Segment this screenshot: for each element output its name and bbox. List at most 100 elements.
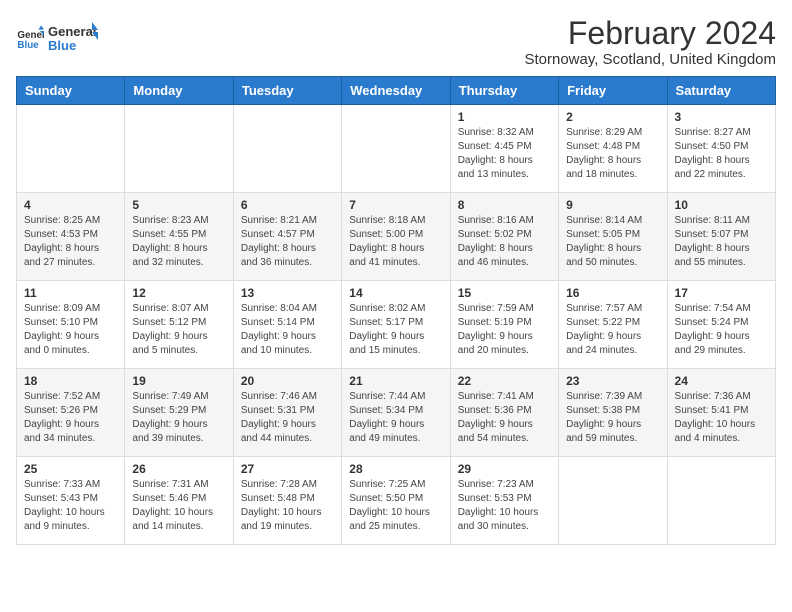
day-info: Sunrise: 7:39 AMSunset: 5:38 PMDaylight:…	[566, 390, 659, 446]
day-number: 15	[458, 286, 551, 300]
day-header-tuesday: Tuesday	[233, 77, 341, 105]
day-number: 17	[675, 286, 768, 300]
calendar-cell: 3Sunrise: 8:27 AMSunset: 4:50 PMDaylight…	[667, 105, 775, 193]
day-info: Sunrise: 7:57 AMSunset: 5:22 PMDaylight:…	[566, 302, 659, 358]
calendar-header: SundayMondayTuesdayWednesdayThursdayFrid…	[17, 77, 776, 105]
svg-text:Blue: Blue	[17, 40, 39, 51]
calendar-cell	[342, 105, 450, 193]
day-number: 1	[458, 110, 551, 124]
calendar-cell: 21 Sunrise: 7:44 AMSunset: 5:34 PMDayligh…	[342, 369, 450, 457]
day-number: 24	[675, 374, 768, 388]
calendar-cell: 10 Sunrise: 8:11 AMSunset: 5:07 PMDayligh…	[667, 193, 775, 281]
day-number: 3	[675, 110, 768, 124]
calendar-cell: 17 Sunrise: 7:54 AMSunset: 5:24 PMDayligh…	[667, 281, 775, 369]
day-info: Sunrise: 8:14 AMSunset: 5:05 PMDaylight:…	[566, 214, 659, 270]
day-info: Sunrise: 8:02 AMSunset: 5:17 PMDaylight:…	[349, 302, 442, 358]
calendar-cell: 20 Sunrise: 7:46 AMSunset: 5:31 PMDayligh…	[233, 369, 341, 457]
calendar-cell: 29 Sunrise: 7:23 AMSunset: 5:53 PMDayligh…	[450, 457, 558, 545]
calendar-week-5: 25 Sunrise: 7:33 AMSunset: 5:43 PMDayligh…	[17, 457, 776, 545]
day-number: 12	[132, 286, 225, 300]
calendar-cell: 27 Sunrise: 7:28 AMSunset: 5:48 PMDayligh…	[233, 457, 341, 545]
day-info: Sunrise: 7:33 AMSunset: 5:43 PMDaylight:…	[24, 478, 117, 534]
day-number: 25	[24, 462, 117, 476]
calendar-cell: 2Sunrise: 8:29 AMSunset: 4:48 PMDaylight…	[559, 105, 667, 193]
day-number: 29	[458, 462, 551, 476]
calendar-cell: 18 Sunrise: 7:52 AMSunset: 5:26 PMDayligh…	[17, 369, 125, 457]
day-number: 5	[132, 198, 225, 212]
day-info: Sunrise: 7:59 AMSunset: 5:19 PMDaylight:…	[458, 302, 551, 358]
calendar-cell: 19Sunrise: 7:49 AMSunset: 5:29 PMDayligh…	[125, 369, 233, 457]
day-info: Sunrise: 8:16 AMSunset: 5:02 PMDaylight:…	[458, 214, 551, 270]
day-header-friday: Friday	[559, 77, 667, 105]
calendar-week-3: 11Sunrise: 8:09 AMSunset: 5:10 PMDayligh…	[17, 281, 776, 369]
day-info: Sunrise: 7:23 AMSunset: 5:53 PMDaylight:…	[458, 478, 551, 534]
day-header-thursday: Thursday	[450, 77, 558, 105]
day-info: Sunrise: 7:25 AMSunset: 5:50 PMDaylight:…	[349, 478, 442, 534]
day-info: Sunrise: 8:04 AMSunset: 5:14 PMDaylight:…	[241, 302, 334, 358]
day-info: Sunrise: 7:31 AMSunset: 5:46 PMDaylight:…	[132, 478, 225, 534]
title-area: February 2024 Stornoway, Scotland, Unite…	[524, 16, 776, 68]
day-number: 8	[458, 198, 551, 212]
calendar-cell: 15 Sunrise: 7:59 AMSunset: 5:19 PMDayligh…	[450, 281, 558, 369]
day-info: Sunrise: 8:32 AMSunset: 4:45 PMDaylight:…	[458, 126, 551, 182]
day-number: 22	[458, 374, 551, 388]
day-info: Sunrise: 8:21 AMSunset: 4:57 PMDaylight:…	[241, 214, 334, 270]
day-number: 26	[132, 462, 225, 476]
logo: General Blue General Blue	[16, 20, 98, 56]
calendar-cell: 8 Sunrise: 8:16 AMSunset: 5:02 PMDaylight…	[450, 193, 558, 281]
calendar-cell: 23 Sunrise: 7:39 AMSunset: 5:38 PMDayligh…	[559, 369, 667, 457]
day-number: 11	[24, 286, 117, 300]
day-info: Sunrise: 8:07 AMSunset: 5:12 PMDaylight:…	[132, 302, 225, 358]
calendar-cell: 14Sunrise: 8:02 AMSunset: 5:17 PMDayligh…	[342, 281, 450, 369]
calendar-cell	[559, 457, 667, 545]
day-info: Sunrise: 8:11 AMSunset: 5:07 PMDaylight:…	[675, 214, 768, 270]
calendar-cell: 13 Sunrise: 8:04 AMSunset: 5:14 PMDayligh…	[233, 281, 341, 369]
day-number: 16	[566, 286, 659, 300]
calendar-cell: 12 Sunrise: 8:07 AMSunset: 5:12 PMDayligh…	[125, 281, 233, 369]
calendar-body: 1 Sunrise: 8:32 AMSunset: 4:45 PMDaylight…	[17, 105, 776, 545]
day-info: Sunrise: 7:54 AMSunset: 5:24 PMDaylight:…	[675, 302, 768, 358]
day-header-sunday: Sunday	[17, 77, 125, 105]
calendar-cell	[233, 105, 341, 193]
day-info: Sunrise: 7:52 AMSunset: 5:26 PMDaylight:…	[24, 390, 117, 446]
day-number: 10	[675, 198, 768, 212]
day-number: 27	[241, 462, 334, 476]
day-number: 21	[349, 374, 442, 388]
calendar-cell: 24 Sunrise: 7:36 AMSunset: 5:41 PMDayligh…	[667, 369, 775, 457]
day-info: Sunrise: 8:25 AMSunset: 4:53 PMDaylight:…	[24, 214, 117, 270]
calendar-cell	[667, 457, 775, 545]
day-info: Sunrise: 7:28 AMSunset: 5:48 PMDaylight:…	[241, 478, 334, 534]
day-number: 13	[241, 286, 334, 300]
day-header-monday: Monday	[125, 77, 233, 105]
calendar-cell: 6 Sunrise: 8:21 AMSunset: 4:57 PMDaylight…	[233, 193, 341, 281]
calendar-cell	[17, 105, 125, 193]
day-header-wednesday: Wednesday	[342, 77, 450, 105]
calendar-cell: 28 Sunrise: 7:25 AMSunset: 5:50 PMDayligh…	[342, 457, 450, 545]
calendar-week-1: 1 Sunrise: 8:32 AMSunset: 4:45 PMDaylight…	[17, 105, 776, 193]
calendar-table: SundayMondayTuesdayWednesdayThursdayFrid…	[16, 76, 776, 545]
day-info: Sunrise: 8:29 AMSunset: 4:48 PMDaylight:…	[566, 126, 659, 182]
header-row: SundayMondayTuesdayWednesdayThursdayFrid…	[17, 77, 776, 105]
day-info: Sunrise: 7:46 AMSunset: 5:31 PMDaylight:…	[241, 390, 334, 446]
day-number: 19	[132, 374, 225, 388]
header: General Blue General Blue February 2024 …	[16, 16, 776, 68]
logo-graphic: General Blue	[48, 20, 98, 56]
day-info: Sunrise: 8:23 AMSunset: 4:55 PMDaylight:…	[132, 214, 225, 270]
calendar-cell: 1 Sunrise: 8:32 AMSunset: 4:45 PMDaylight…	[450, 105, 558, 193]
calendar-cell: 4Sunrise: 8:25 AMSunset: 4:53 PMDaylight…	[17, 193, 125, 281]
day-info: Sunrise: 7:36 AMSunset: 5:41 PMDaylight:…	[675, 390, 768, 446]
calendar-title: February 2024	[524, 16, 776, 51]
day-info: Sunrise: 7:44 AMSunset: 5:34 PMDaylight:…	[349, 390, 442, 446]
day-number: 9	[566, 198, 659, 212]
day-number: 18	[24, 374, 117, 388]
day-number: 6	[241, 198, 334, 212]
calendar-cell: 7Sunrise: 8:18 AMSunset: 5:00 PMDaylight…	[342, 193, 450, 281]
calendar-subtitle: Stornoway, Scotland, United Kingdom	[524, 51, 776, 68]
calendar-week-4: 18 Sunrise: 7:52 AMSunset: 5:26 PMDayligh…	[17, 369, 776, 457]
svg-text:General: General	[48, 24, 96, 39]
day-number: 23	[566, 374, 659, 388]
calendar-cell: 16 Sunrise: 7:57 AMSunset: 5:22 PMDayligh…	[559, 281, 667, 369]
calendar-cell: 5 Sunrise: 8:23 AMSunset: 4:55 PMDaylight…	[125, 193, 233, 281]
day-number: 20	[241, 374, 334, 388]
day-number: 28	[349, 462, 442, 476]
